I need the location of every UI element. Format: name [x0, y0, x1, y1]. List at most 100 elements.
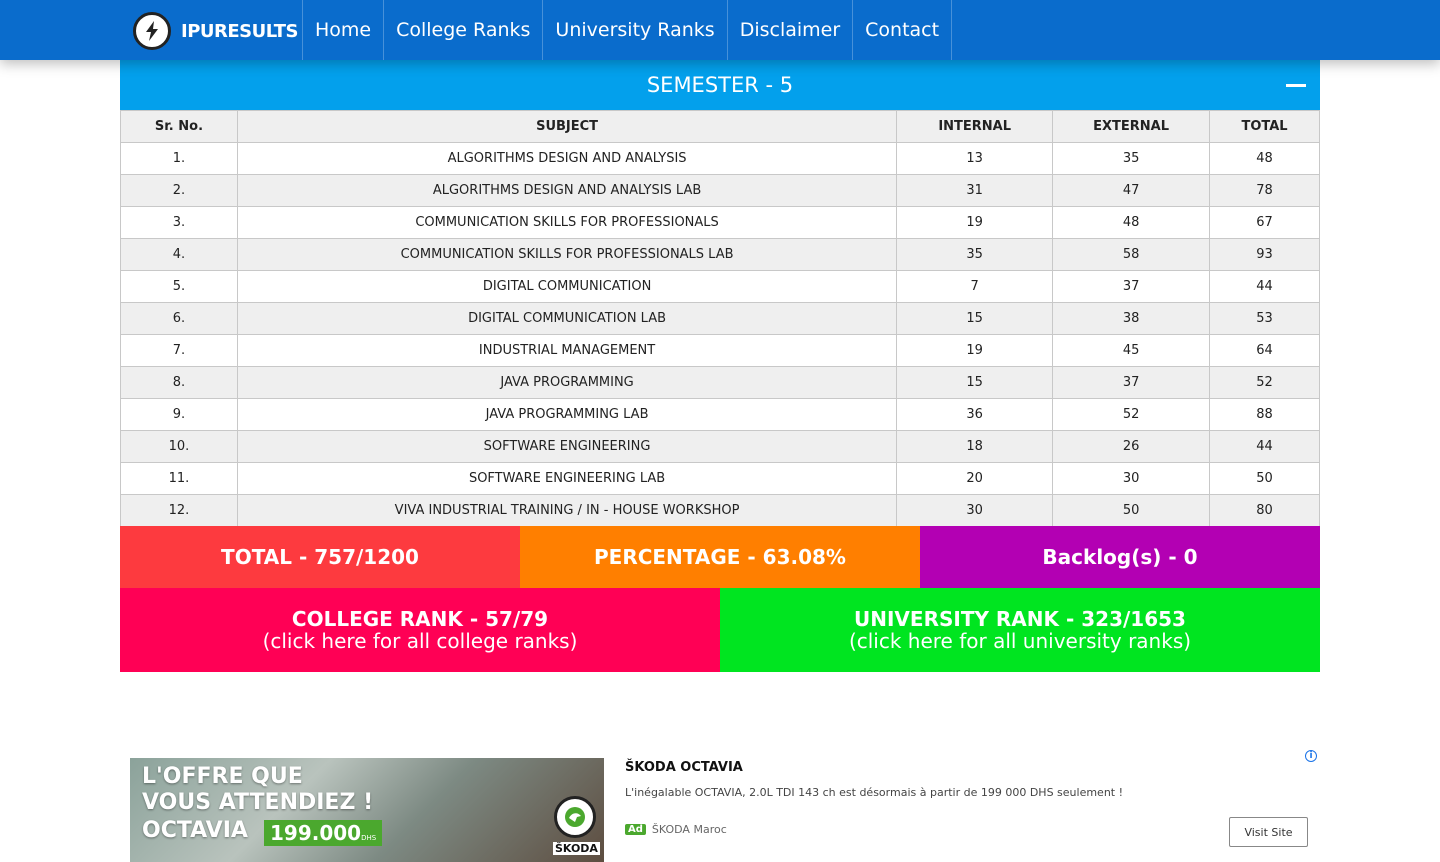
cell-subject: COMMUNICATION SKILLS FOR PROFESSIONALS L…: [236, 238, 898, 271]
cell-external: 58: [1052, 238, 1211, 271]
ad-footer: Ad ŠKODA Maroc: [625, 823, 727, 836]
semester-title: SEMESTER - 5: [646, 73, 794, 97]
table-row: 6. DIGITAL COMMUNICATION LAB 15 38 53: [120, 302, 1320, 335]
ad-title[interactable]: ŠKODA OCTAVIA: [625, 760, 743, 775]
ad-banner-image[interactable]: L'OFFRE QUE VOUS ATTENDIEZ ! OCTAVIA 199…: [130, 758, 604, 862]
col-header-external: EXTERNAL: [1052, 110, 1211, 143]
ad-price-value: 199.000: [270, 821, 362, 845]
nav-item-disclaimer[interactable]: Disclaimer: [728, 0, 854, 60]
cell-subject: JAVA PROGRAMMING: [236, 366, 898, 399]
col-header-total: TOTAL: [1209, 110, 1320, 143]
college-rank-button[interactable]: COLLEGE RANK - 57/79 (click here for all…: [120, 588, 720, 672]
col-header-internal: INTERNAL: [896, 110, 1054, 143]
advertisement: L'OFFRE QUE VOUS ATTENDIEZ ! OCTAVIA 199…: [130, 746, 1320, 862]
total-marks-box: TOTAL - 757/1200: [120, 526, 520, 588]
cell-external: 47: [1052, 174, 1211, 207]
cell-total: 78: [1209, 174, 1320, 207]
ad-price-unit: DHS: [361, 834, 377, 842]
cell-total: 44: [1209, 430, 1320, 463]
nav-item-university-ranks[interactable]: University Ranks: [543, 0, 728, 60]
cell-sr-no: 10.: [120, 430, 238, 463]
cell-total: 67: [1209, 206, 1320, 239]
cell-total: 93: [1209, 238, 1320, 271]
percentage-box: PERCENTAGE - 63.08%: [520, 526, 920, 588]
cell-internal: 19: [896, 334, 1054, 367]
rank-row: COLLEGE RANK - 57/79 (click here for all…: [120, 588, 1320, 672]
ad-price: 199.000DHS: [264, 820, 383, 846]
cell-total: 50: [1209, 462, 1320, 495]
table-row: 7. INDUSTRIAL MANAGEMENT 19 45 64: [120, 334, 1320, 367]
ad-description: L'inégalable OCTAVIA, 2.0L TDI 143 ch es…: [625, 786, 1124, 799]
cell-internal: 7: [896, 270, 1054, 303]
cell-total: 88: [1209, 398, 1320, 431]
table-row: 9. JAVA PROGRAMMING LAB 36 52 88: [120, 398, 1320, 431]
cell-sr-no: 11.: [120, 462, 238, 495]
cell-sr-no: 4.: [120, 238, 238, 271]
ad-headline: L'OFFRE QUE VOUS ATTENDIEZ !: [142, 764, 373, 816]
col-header-sr-no: Sr. No.: [120, 110, 238, 143]
college-rank-link-text: (click here for all college ranks): [262, 629, 578, 653]
cell-internal: 13: [896, 142, 1054, 175]
university-rank-title: UNIVERSITY RANK - 323/1653: [854, 607, 1186, 631]
cell-internal: 31: [896, 174, 1054, 207]
cell-external: 35: [1052, 142, 1211, 175]
cell-sr-no: 12.: [120, 494, 238, 527]
ad-info-icon[interactable]: i: [1305, 750, 1317, 762]
table-row: 10. SOFTWARE ENGINEERING 18 26 44: [120, 430, 1320, 463]
cell-sr-no: 7.: [120, 334, 238, 367]
semester-header[interactable]: SEMESTER - 5: [120, 60, 1320, 110]
ad-tag-badge: Ad: [625, 824, 646, 835]
table-row: 2. ALGORITHMS DESIGN AND ANALYSIS LAB 31 47…: [120, 174, 1320, 207]
cell-internal: 36: [896, 398, 1054, 431]
cell-internal: 20: [896, 462, 1054, 495]
nav-item-home[interactable]: Home: [303, 0, 385, 60]
nav-item-college-ranks[interactable]: College Ranks: [384, 0, 544, 60]
cell-total: 44: [1209, 270, 1320, 303]
cell-total: 48: [1209, 142, 1320, 175]
brand-link[interactable]: IPURESULTS: [133, 12, 298, 50]
cell-internal: 18: [896, 430, 1054, 463]
skoda-logo-icon: [554, 796, 596, 838]
cell-total: 64: [1209, 334, 1320, 367]
summary-row: TOTAL - 757/1200 PERCENTAGE - 63.08% Bac…: [120, 526, 1320, 588]
cell-total: 52: [1209, 366, 1320, 399]
cell-external: 37: [1052, 366, 1211, 399]
ad-advertiser: ŠKODA Maroc: [651, 823, 727, 836]
lightning-logo-icon: [133, 12, 171, 50]
table-row: 4. COMMUNICATION SKILLS FOR PROFESSIONALS…: [120, 238, 1320, 271]
cell-total: 80: [1209, 494, 1320, 527]
university-rank-button[interactable]: UNIVERSITY RANK - 323/1653 (click here f…: [720, 588, 1320, 672]
cell-internal: 19: [896, 206, 1054, 239]
cell-external: 52: [1052, 398, 1211, 431]
cell-subject: ALGORITHMS DESIGN AND ANALYSIS LAB: [236, 174, 898, 207]
cell-sr-no: 1.: [120, 142, 238, 175]
backlogs-box: Backlog(s) - 0: [920, 526, 1320, 588]
cell-subject: SOFTWARE ENGINEERING LAB: [236, 462, 898, 495]
university-rank-link-text: (click here for all university ranks): [848, 629, 1192, 653]
cell-subject: VIVA INDUSTRIAL TRAINING / IN - HOUSE WO…: [236, 494, 898, 527]
cell-sr-no: 5.: [120, 270, 238, 303]
cell-internal: 30: [896, 494, 1054, 527]
cell-subject: SOFTWARE ENGINEERING: [236, 430, 898, 463]
nav-item-contact[interactable]: Contact: [853, 0, 953, 60]
cell-total: 53: [1209, 302, 1320, 335]
visit-site-button[interactable]: Visit Site: [1229, 817, 1308, 847]
marks-table: Sr. No. SUBJECT INTERNAL EXTERNAL TOTAL …: [120, 110, 1320, 527]
cell-external: 48: [1052, 206, 1211, 239]
cell-internal: 35: [896, 238, 1054, 271]
table-row: 8. JAVA PROGRAMMING 15 37 52: [120, 366, 1320, 399]
cell-sr-no: 6.: [120, 302, 238, 335]
collapse-icon[interactable]: [1286, 75, 1306, 95]
cell-subject: ALGORITHMS DESIGN AND ANALYSIS: [236, 142, 898, 175]
ad-headline-line-1: L'OFFRE QUE: [142, 764, 303, 789]
cell-external: 50: [1052, 494, 1211, 527]
table-row: 12. VIVA INDUSTRIAL TRAINING / IN - HOUSE…: [120, 494, 1320, 527]
table-row: 1. ALGORITHMS DESIGN AND ANALYSIS 13 35 48: [120, 142, 1320, 175]
cell-subject: JAVA PROGRAMMING LAB: [236, 398, 898, 431]
cell-internal: 15: [896, 366, 1054, 399]
cell-subject: COMMUNICATION SKILLS FOR PROFESSIONALS: [236, 206, 898, 239]
cell-subject: DIGITAL COMMUNICATION: [236, 270, 898, 303]
table-row: 5. DIGITAL COMMUNICATION 7 37 44: [120, 270, 1320, 303]
cell-external: 30: [1052, 462, 1211, 495]
cell-sr-no: 9.: [120, 398, 238, 431]
